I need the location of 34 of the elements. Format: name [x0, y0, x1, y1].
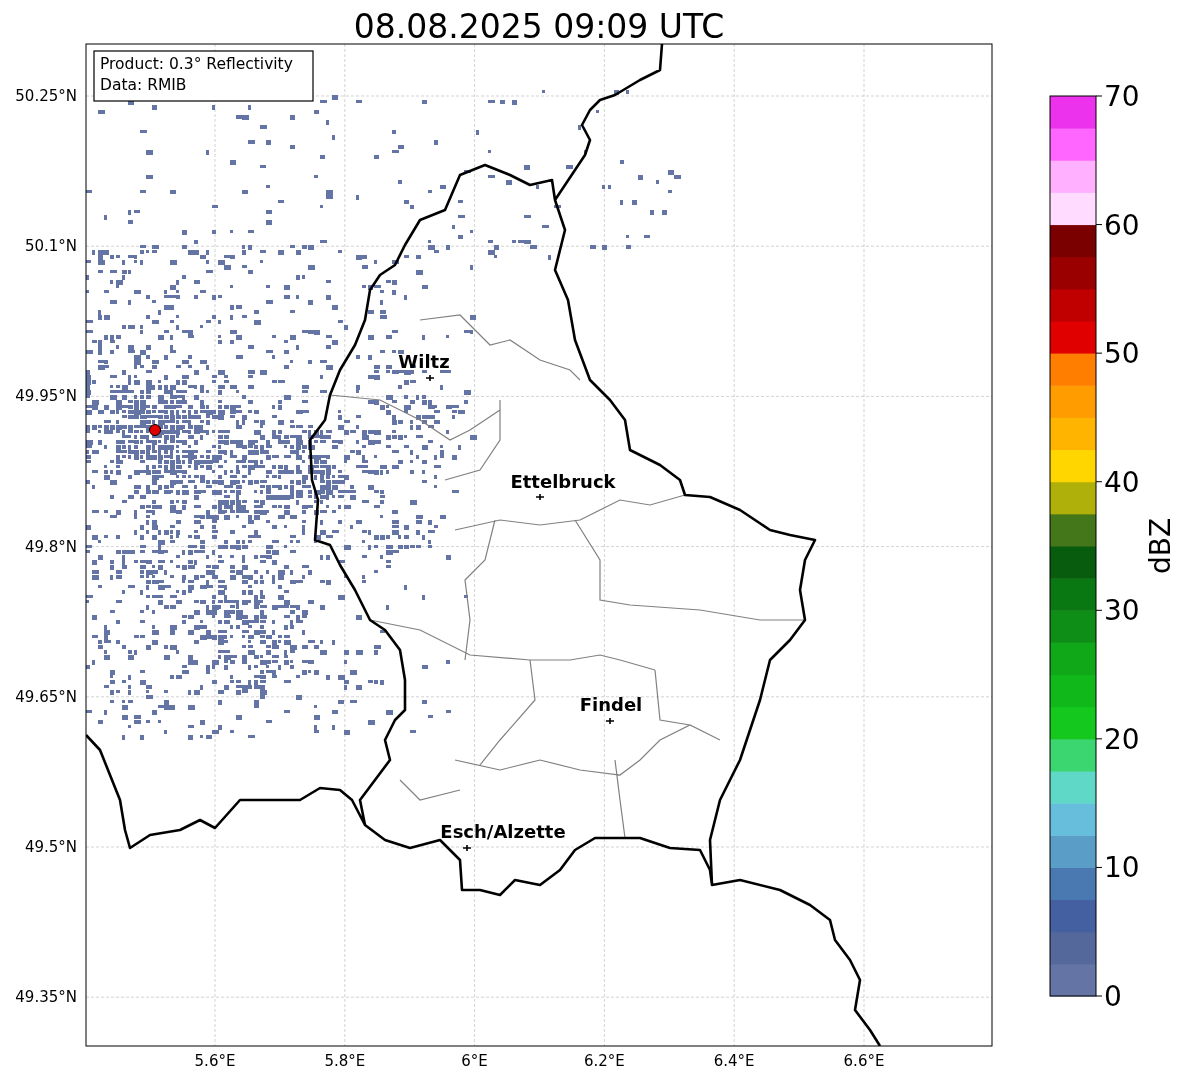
city-label: Ettelbruck	[510, 471, 616, 492]
colorbar-label: dBZ	[1144, 517, 1177, 575]
colorbar-tick-label: 40	[1104, 465, 1140, 499]
longitude-tick-label: 6.6°E	[843, 1052, 885, 1070]
longitude-tick-label: 5.8°E	[324, 1052, 366, 1070]
colorbar-tick-label: 0	[1104, 980, 1122, 1013]
latitude-tick-label: 50.25°N	[15, 87, 77, 105]
longitude-tick-label: 5.6°E	[194, 1052, 236, 1070]
info-text: Product: 0.3° Reflectivity	[100, 55, 293, 73]
city-marker-icon	[425, 374, 435, 382]
city-label: Findel	[579, 694, 643, 715]
city-marker-icon	[535, 493, 545, 501]
colorbar-tick-label: 50	[1104, 337, 1140, 371]
info-text: Data: RMIB	[100, 76, 187, 94]
city-label: Esch/Alzette	[440, 821, 566, 842]
city-marker-icon	[462, 844, 472, 852]
latitude-tick-label: 49.8°N	[24, 537, 77, 556]
latitude-tick-label: 49.5°N	[24, 838, 77, 856]
colorbar-tick-label: 60	[1104, 208, 1140, 242]
city-marker-icon	[605, 717, 615, 725]
longitude-tick-label: 6.4°E	[713, 1052, 755, 1070]
longitude-tick-label: 6°E	[461, 1052, 488, 1070]
colorbar-tick-label: 20	[1104, 722, 1140, 756]
latitude-tick-label: 49.65°N	[15, 687, 77, 706]
figure-title: 08.08.2025 09:09 UTC	[353, 7, 725, 46]
colorbar-tick-label: 10	[1104, 851, 1140, 885]
radar-site-icon	[149, 424, 161, 436]
latitude-tick-label: 49.35°N	[15, 988, 77, 1007]
colorbar-tick-label: 70	[1104, 80, 1140, 113]
city-label: Wiltz	[398, 351, 450, 372]
latitude-tick-label: 49.95°N	[15, 387, 77, 406]
colorbar-tick-label: 30	[1104, 594, 1140, 628]
longitude-tick-label: 6.2°E	[584, 1052, 625, 1070]
latitude-tick-label: 50.1°N	[24, 237, 77, 256]
